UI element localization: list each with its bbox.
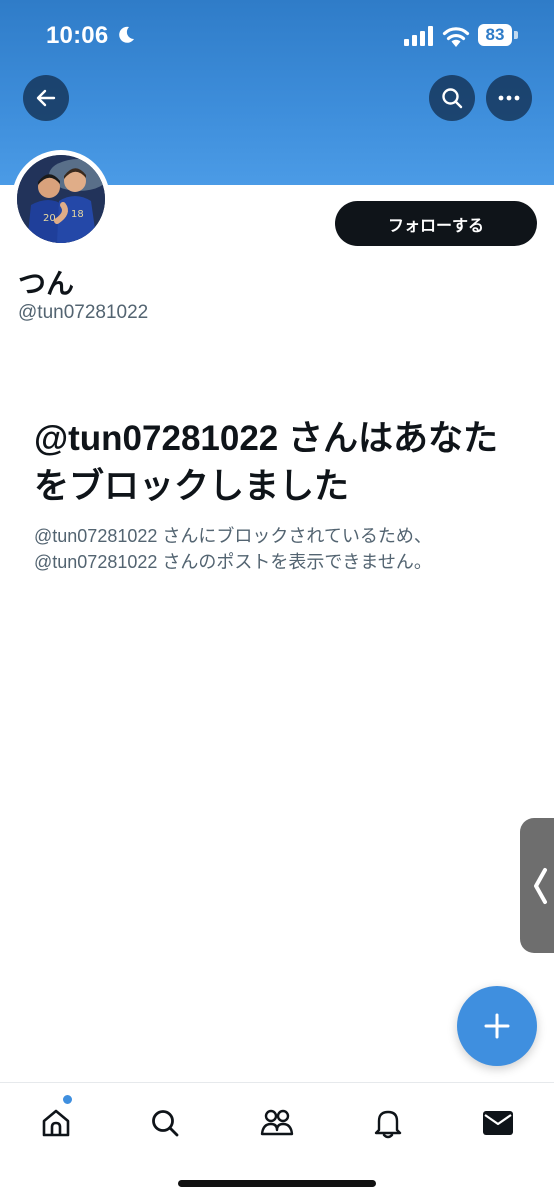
nav-messages[interactable]	[476, 1101, 520, 1145]
follow-button[interactable]: フォローする	[335, 201, 537, 246]
battery-level: 83	[478, 24, 512, 46]
nav-communities[interactable]	[255, 1101, 299, 1145]
svg-text:20: 20	[43, 213, 56, 224]
communities-icon	[260, 1109, 294, 1136]
compose-button[interactable]	[457, 986, 537, 1066]
back-arrow-icon	[36, 89, 56, 107]
nav-search[interactable]	[143, 1101, 187, 1145]
avatar-image: 20 18	[17, 155, 105, 243]
blocked-description: @tun07281022 さんにブロックされているため、 @tun0728102…	[34, 523, 524, 575]
blocked-description-line1: @tun07281022 さんにブロックされているため、	[34, 526, 432, 546]
status-bar: 10:06 83	[0, 0, 554, 70]
more-button[interactable]	[486, 75, 532, 121]
signal-icon	[404, 26, 433, 46]
search-icon	[442, 88, 463, 109]
blocked-description-line2: @tun07281022 さんのポストを表示できません。	[34, 552, 432, 572]
nav-notifications[interactable]	[366, 1101, 410, 1145]
display-name: つん	[18, 268, 75, 299]
status-time: 10:06	[46, 22, 109, 49]
wifi-icon	[442, 27, 470, 47]
home-badge	[62, 1094, 73, 1105]
side-handle[interactable]	[520, 818, 554, 953]
home-icon	[42, 1109, 70, 1137]
home-indicator	[178, 1180, 376, 1187]
chevron-left-icon	[534, 867, 547, 904]
search-button[interactable]	[429, 75, 475, 121]
plus-icon	[484, 1013, 510, 1039]
svg-text:18: 18	[71, 209, 84, 220]
avatar[interactable]: 20 18	[12, 150, 110, 248]
battery-cap	[514, 31, 518, 39]
notifications-icon	[374, 1110, 402, 1139]
more-icon	[498, 95, 520, 101]
profile-handle: @tun07281022	[18, 302, 149, 323]
battery-icon: 83	[478, 24, 520, 48]
search-icon	[152, 1110, 179, 1137]
moon-icon	[119, 26, 134, 43]
back-button[interactable]	[23, 75, 69, 121]
messages-icon	[483, 1111, 513, 1135]
blocked-title: @tun07281022 さんはあなたをブロックしました	[34, 419, 498, 506]
nav-home[interactable]	[34, 1101, 78, 1145]
